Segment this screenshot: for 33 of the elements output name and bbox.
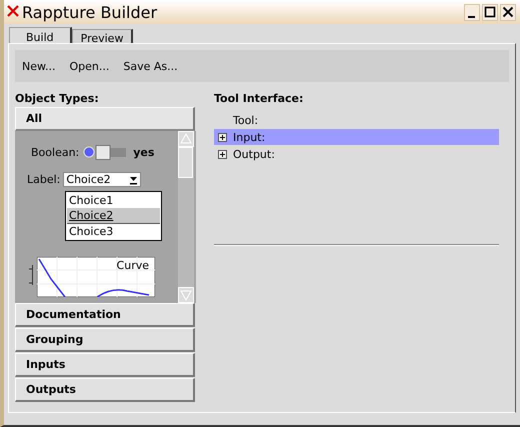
axis-drawing xyxy=(29,265,33,285)
maximize-button[interactable] xyxy=(482,4,498,20)
expand-icon[interactable] xyxy=(218,132,229,142)
tree-item[interactable]: Tool: xyxy=(214,112,499,128)
dropdown[interactable]: Choice2 xyxy=(63,172,142,187)
category-button[interactable]: Grouping xyxy=(15,328,195,352)
toggle-switch[interactable] xyxy=(83,145,128,160)
tab[interactable]: Build xyxy=(9,27,72,43)
app-icon xyxy=(6,4,20,18)
category-button[interactable]: All xyxy=(15,107,195,131)
plot-title: Curve xyxy=(116,259,149,272)
tree-item[interactable]: Input: xyxy=(214,129,499,145)
tab[interactable]: Preview xyxy=(72,29,134,43)
close-button[interactable] xyxy=(500,4,516,20)
window-title: Rappture Builder xyxy=(22,2,158,22)
field-label: Label: xyxy=(27,173,60,186)
section-heading: Object Types: xyxy=(15,92,100,107)
dropdown-option[interactable]: Choice1 xyxy=(67,193,160,208)
category-button[interactable]: Documentation xyxy=(15,303,195,327)
dropdown-option[interactable]: Choice2 xyxy=(67,208,160,224)
section-heading: Tool Interface: xyxy=(214,92,304,107)
category-button[interactable]: Outputs xyxy=(15,378,195,402)
toolbar-button[interactable]: Open... xyxy=(69,60,110,72)
toggle-value: yes xyxy=(133,146,154,159)
tree-item[interactable]: Output: xyxy=(214,146,499,162)
expand-icon[interactable] xyxy=(218,150,229,158)
toolbar-button[interactable]: Save As... xyxy=(123,60,178,72)
dropdown-option[interactable]: Choice3 xyxy=(67,224,160,239)
category-button[interactable]: Inputs xyxy=(15,353,195,377)
toolbar-button[interactable]: New... xyxy=(22,60,56,72)
field-label: Boolean: xyxy=(31,146,80,159)
scroll-thumb[interactable] xyxy=(178,147,194,178)
minimize-button[interactable] xyxy=(464,4,480,20)
